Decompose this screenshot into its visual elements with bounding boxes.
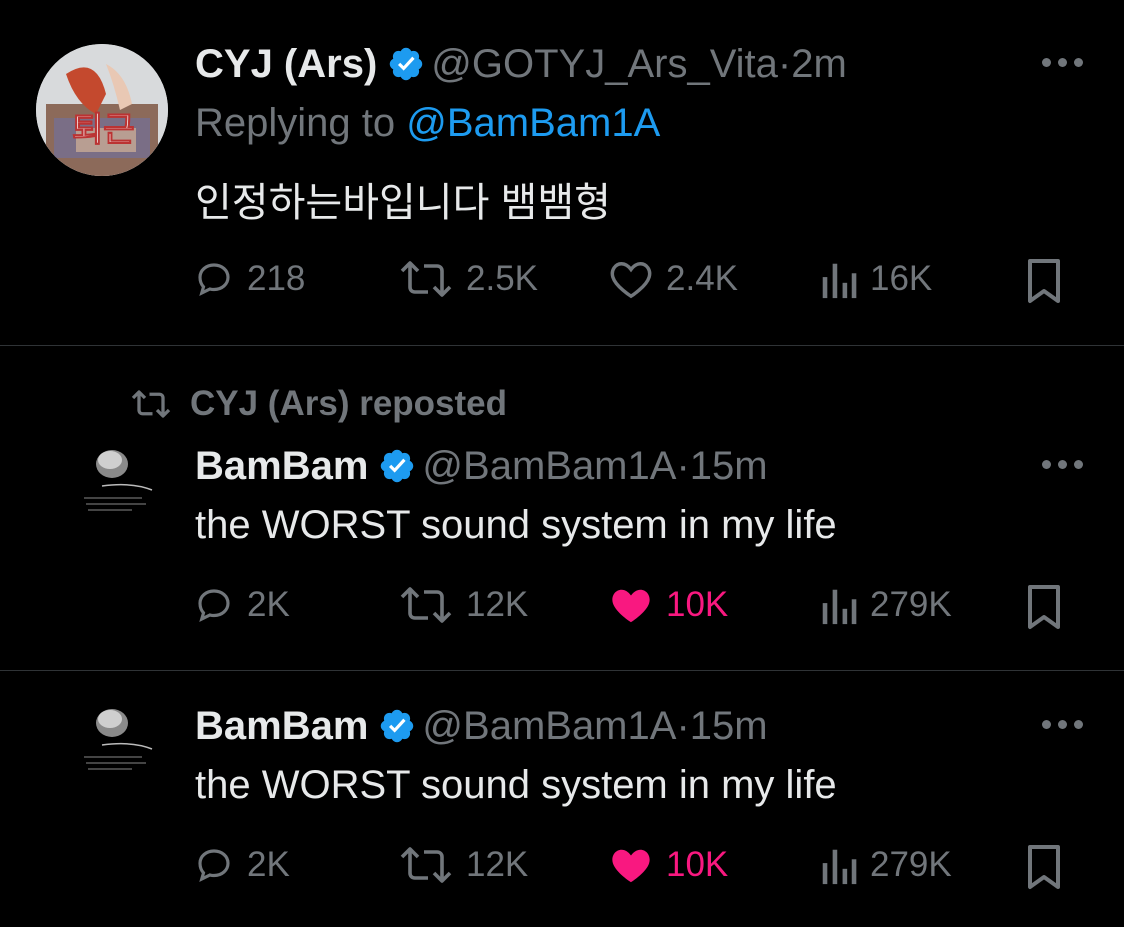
bookmark-icon (1028, 259, 1060, 303)
views-button[interactable]: 279K (818, 840, 952, 890)
mention-link[interactable]: @BamBam1A (406, 101, 660, 145)
like-button[interactable]: 2.4K (608, 254, 738, 304)
tweet-header: BamBam @BamBam1A·15m (195, 442, 768, 490)
view-count: 16K (870, 259, 933, 298)
avatar[interactable] (72, 697, 162, 787)
bookmark-icon (1028, 585, 1060, 629)
action-bar: 2K 12K 10K 279K (0, 580, 1124, 630)
bookmark-button[interactable] (1024, 582, 1064, 632)
reply-button[interactable]: 2K (193, 580, 290, 630)
verified-icon (387, 45, 425, 83)
like-count: 10K (666, 585, 729, 624)
repost-icon (131, 390, 171, 418)
tweet-reply[interactable]: 퇴근 CYJ (Ars) @GOTYJ_Ars_Vita·2m Replying … (0, 0, 1124, 345)
repost-icon (400, 847, 452, 883)
more-icon[interactable] (1038, 454, 1088, 474)
repost-icon (400, 587, 452, 623)
tweet-header: CYJ (Ars) @GOTYJ_Ars_Vita·2m (195, 40, 847, 88)
reply-count: 2K (247, 585, 290, 624)
like-count: 10K (666, 845, 729, 884)
repost-count: 12K (466, 585, 529, 624)
repost-button[interactable]: 12K (398, 580, 528, 630)
reply-icon (198, 263, 230, 296)
view-count: 279K (870, 845, 952, 884)
tweet[interactable]: BamBam @BamBam1A·15m the WORST sound syst… (0, 671, 1124, 927)
tweet-text: 인정하는바입니다 뱀뱀형 (195, 181, 611, 225)
bookmark-button[interactable] (1024, 842, 1064, 892)
bookmark-button[interactable] (1024, 256, 1064, 306)
views-button[interactable]: 279K (818, 580, 952, 630)
separator-dot: · (777, 42, 792, 86)
replying-to: Replying to @BamBam1A (195, 101, 660, 146)
replying-prefix: Replying to (195, 101, 407, 145)
tweet-header: BamBam @BamBam1A·15m (195, 702, 768, 750)
display-name[interactable]: CYJ (Ars) (195, 42, 377, 86)
avatar[interactable]: 퇴근 (36, 44, 168, 176)
more-icon[interactable] (1038, 714, 1088, 734)
avatar-overlay-text: 퇴근 (72, 111, 136, 150)
views-icon (822, 849, 857, 885)
tweet-text: the WORST sound system in my life (195, 503, 837, 547)
repost-count: 12K (466, 845, 529, 884)
like-button[interactable]: 10K (608, 580, 728, 630)
action-bar: 2K 12K 10K 279K (0, 840, 1124, 890)
views-button[interactable]: 16K (818, 254, 932, 304)
handle[interactable]: @BamBam1A (422, 704, 676, 748)
display-name[interactable]: BamBam (195, 704, 368, 748)
repost-icon (400, 261, 452, 297)
like-icon (610, 262, 652, 299)
view-count: 279K (870, 585, 952, 624)
timestamp[interactable]: 15m (690, 444, 768, 488)
bookmark-icon (1028, 845, 1060, 889)
like-icon (612, 849, 650, 883)
more-icon[interactable] (1038, 52, 1088, 72)
reply-button[interactable]: 2K (193, 840, 290, 890)
verified-icon (378, 707, 416, 745)
timestamp[interactable]: 2m (791, 42, 847, 86)
verified-icon (378, 447, 416, 485)
separator-dot: · (676, 704, 690, 748)
reply-icon (198, 849, 230, 882)
separator-dot: · (676, 444, 690, 488)
like-button[interactable]: 10K (608, 840, 728, 890)
avatar[interactable] (72, 438, 162, 528)
repost-button[interactable]: 12K (398, 840, 528, 890)
display-name[interactable]: BamBam (195, 444, 368, 488)
handle[interactable]: @GOTYJ_Ars_Vita (431, 42, 778, 86)
views-icon (822, 589, 857, 625)
reply-count: 2K (247, 845, 290, 884)
reply-count: 218 (247, 259, 306, 298)
repost-count: 2.5K (466, 259, 538, 298)
tweet-repost[interactable]: CYJ (Ars) reposted BamBam @BamBam1A·15m t… (0, 346, 1124, 670)
repost-button[interactable]: 2.5K (398, 254, 538, 304)
reply-icon (198, 589, 230, 622)
views-icon (822, 263, 857, 299)
repost-context-label[interactable]: CYJ (Ars) reposted (190, 384, 507, 424)
like-icon (612, 589, 650, 623)
reply-button[interactable]: 218 (193, 254, 305, 304)
action-bar: 218 2.5K 2.4K 16K (0, 254, 1124, 304)
like-count: 2.4K (666, 259, 738, 298)
tweet-text: the WORST sound system in my life (195, 763, 837, 807)
repost-context: CYJ (Ars) reposted (130, 384, 507, 424)
handle[interactable]: @BamBam1A (422, 444, 676, 488)
timestamp[interactable]: 15m (690, 704, 768, 748)
